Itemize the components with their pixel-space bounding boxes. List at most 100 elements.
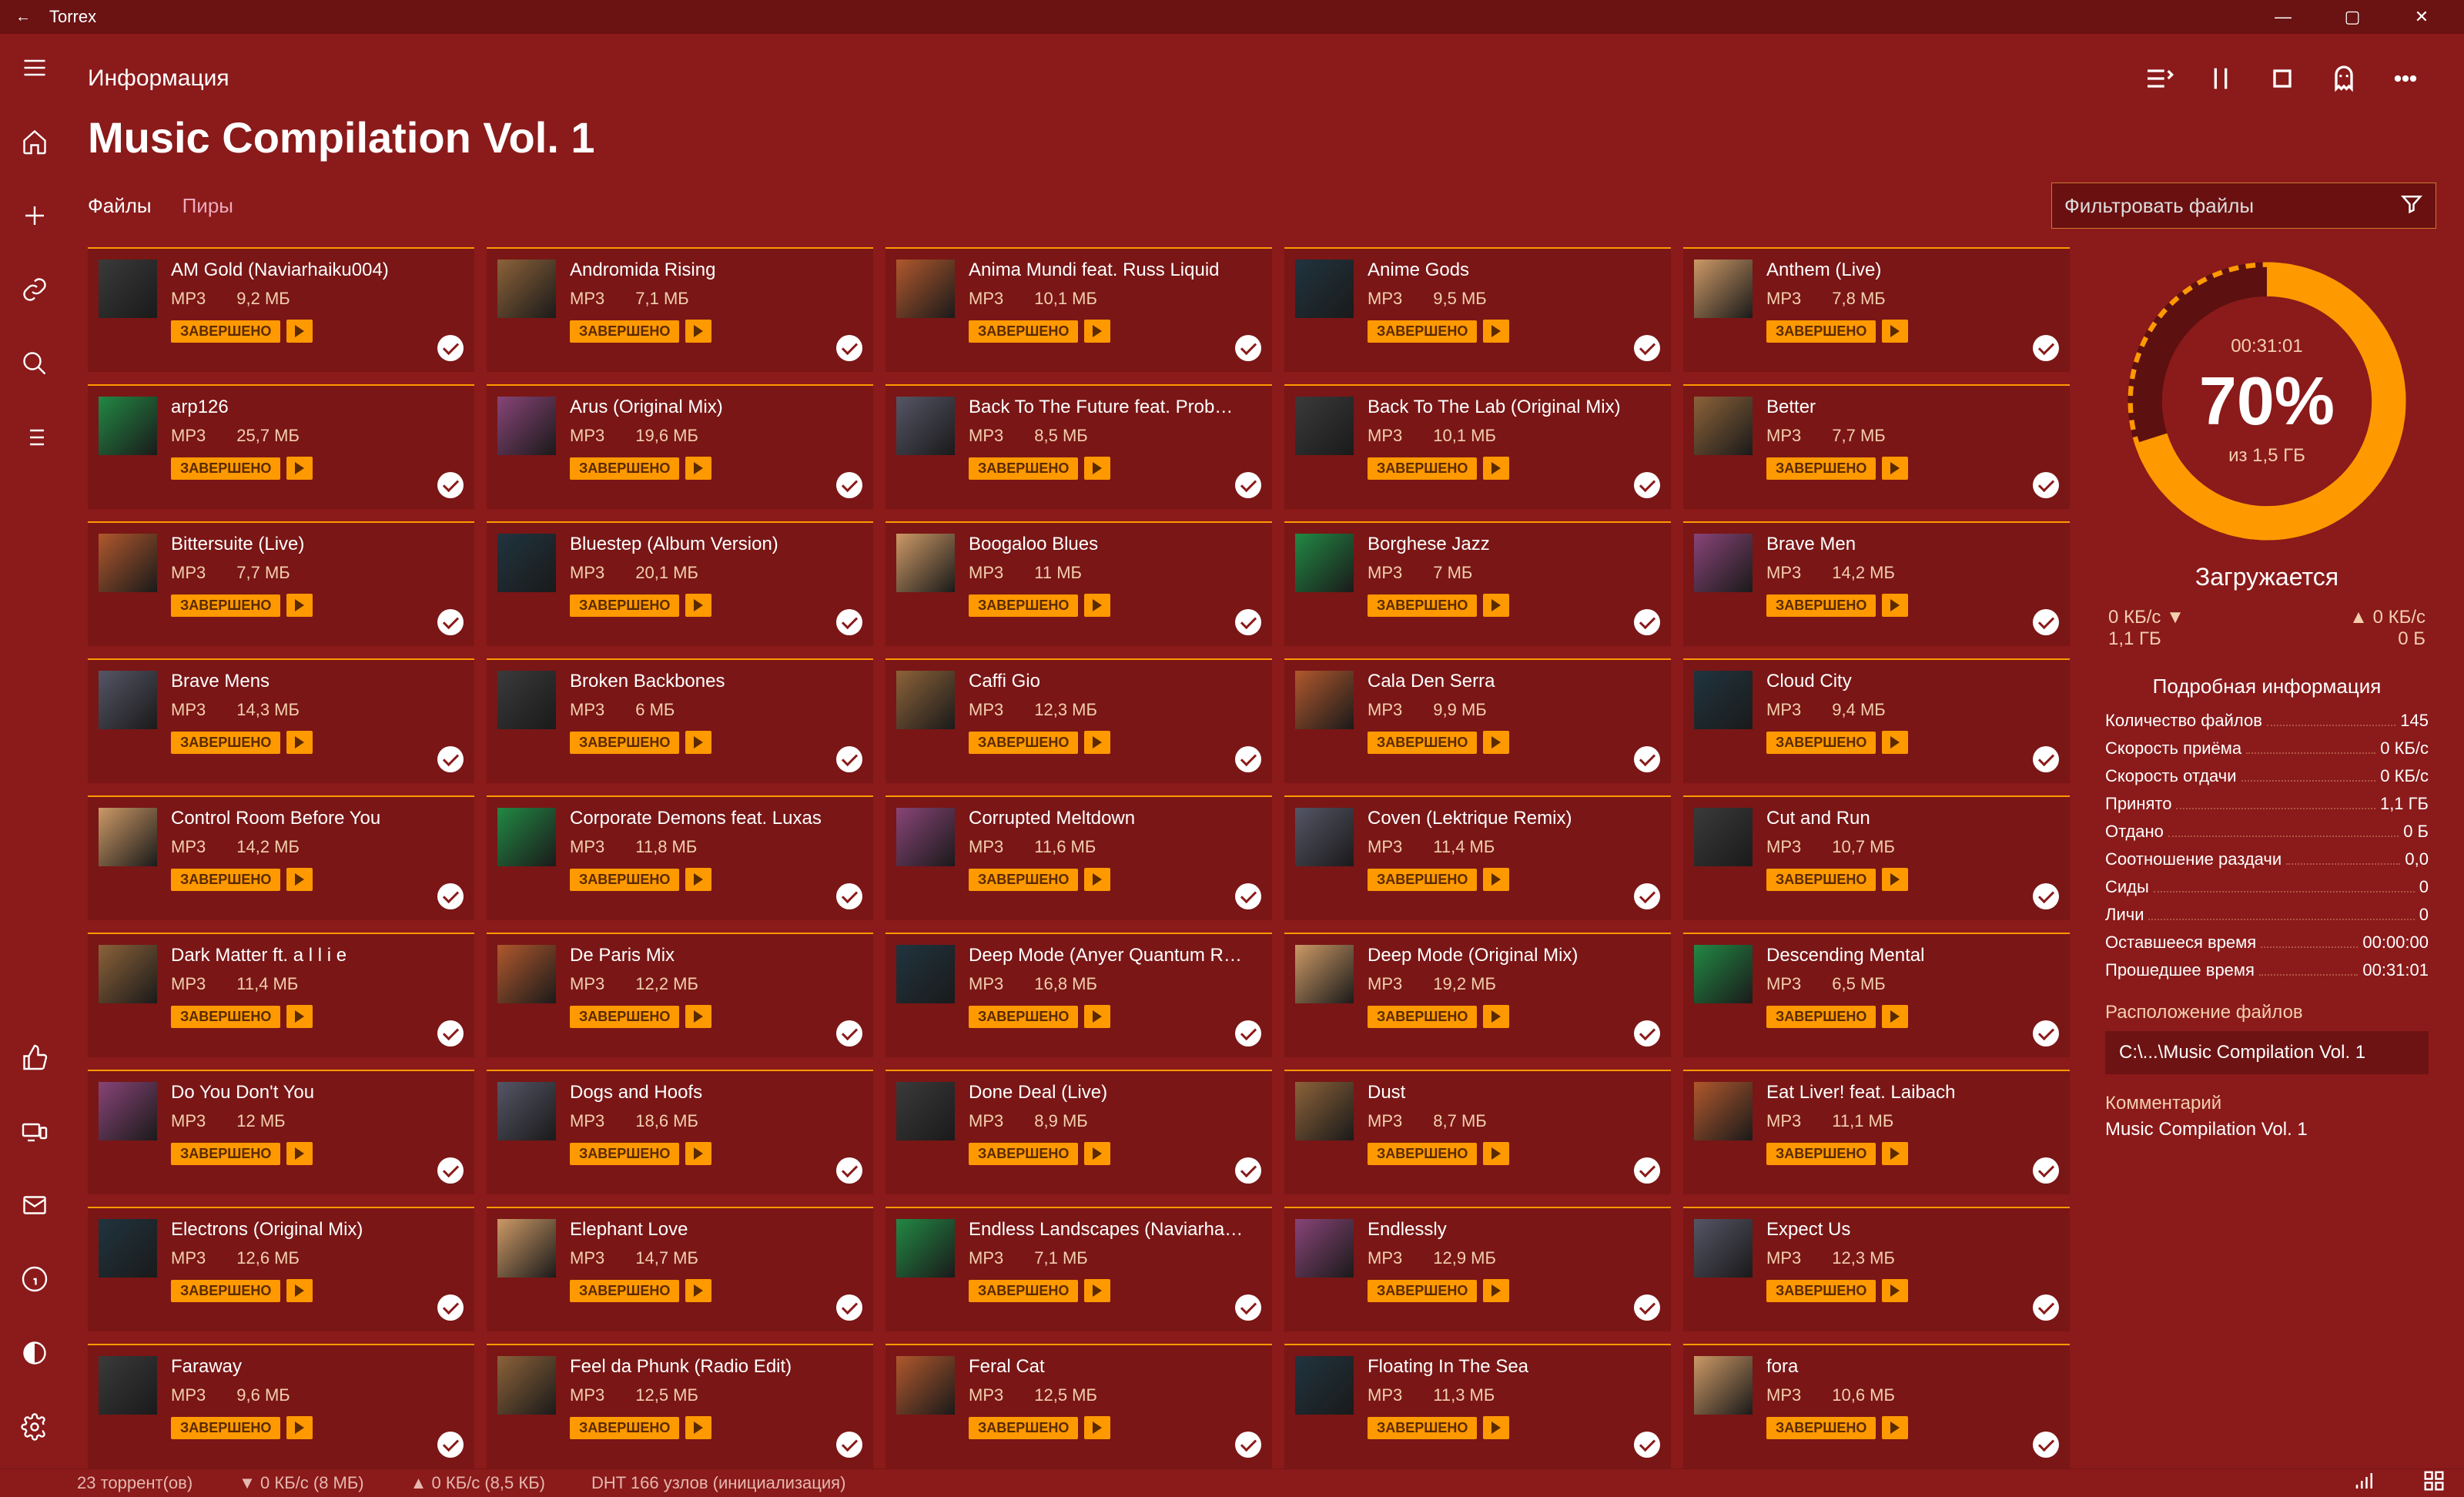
stop-button[interactable] bbox=[2251, 48, 2313, 109]
play-icon[interactable] bbox=[1483, 1279, 1509, 1302]
play-icon[interactable] bbox=[1483, 1142, 1509, 1165]
search-icon[interactable] bbox=[16, 345, 53, 382]
file-card[interactable]: Electrons (Original Mix) MP3 12,6 МБ ЗАВ… bbox=[88, 1207, 474, 1331]
file-card[interactable]: Corporate Demons feat. Luxas MP3 11,8 МБ… bbox=[487, 795, 873, 920]
grid-view-icon[interactable] bbox=[2422, 1469, 2446, 1497]
menu-icon[interactable] bbox=[16, 49, 53, 86]
play-icon[interactable] bbox=[1084, 868, 1110, 891]
file-card[interactable]: Anime Gods MP3 9,5 МБ ЗАВЕРШЕНО bbox=[1284, 247, 1671, 372]
play-icon[interactable] bbox=[1882, 1142, 1908, 1165]
play-icon[interactable] bbox=[286, 868, 313, 891]
file-card[interactable]: Feral Cat MP3 12,5 МБ ЗАВЕРШЕНО bbox=[886, 1344, 1272, 1469]
play-icon[interactable] bbox=[286, 1005, 313, 1028]
play-icon[interactable] bbox=[1882, 594, 1908, 617]
file-card[interactable]: Descending Mental MP3 6,5 МБ ЗАВЕРШЕНО bbox=[1683, 933, 2070, 1057]
file-card[interactable]: Better MP3 7,7 МБ ЗАВЕРШЕНО bbox=[1683, 384, 2070, 509]
play-icon[interactable] bbox=[286, 1142, 313, 1165]
file-card[interactable]: Done Deal (Live) MP3 8,9 МБ ЗАВЕРШЕНО bbox=[886, 1070, 1272, 1194]
ghost-button[interactable] bbox=[2313, 48, 2375, 109]
play-icon[interactable] bbox=[1882, 731, 1908, 754]
play-icon[interactable] bbox=[1882, 868, 1908, 891]
file-card[interactable]: Brave Men MP3 14,2 МБ ЗАВЕРШЕНО bbox=[1683, 521, 2070, 646]
back-button[interactable]: ← bbox=[8, 8, 38, 26]
file-card[interactable]: Cloud City MP3 9,4 МБ ЗАВЕРШЕНО bbox=[1683, 658, 2070, 783]
file-card[interactable]: Coven (Lektrique Remix) MP3 11,4 МБ ЗАВЕ… bbox=[1284, 795, 1671, 920]
settings-icon[interactable] bbox=[16, 1408, 53, 1445]
file-card[interactable]: Dark Matter ft. a l l i e MP3 11,4 МБ ЗА… bbox=[88, 933, 474, 1057]
play-icon[interactable] bbox=[1882, 320, 1908, 343]
play-icon[interactable] bbox=[1084, 320, 1110, 343]
play-icon[interactable] bbox=[685, 594, 711, 617]
tab-files[interactable]: Файлы bbox=[88, 194, 152, 218]
file-card[interactable]: AM Gold (Naviarhaiku004) MP3 9,2 МБ ЗАВЕ… bbox=[88, 247, 474, 372]
file-card[interactable]: Andromida Rising MP3 7,1 МБ ЗАВЕРШЕНО bbox=[487, 247, 873, 372]
filter-input[interactable] bbox=[2064, 194, 2400, 218]
play-icon[interactable] bbox=[286, 1416, 313, 1439]
file-card[interactable]: Cut and Run MP3 10,7 МБ ЗАВЕРШЕНО bbox=[1683, 795, 2070, 920]
play-icon[interactable] bbox=[1084, 1005, 1110, 1028]
play-icon[interactable] bbox=[286, 594, 313, 617]
play-icon[interactable] bbox=[1483, 594, 1509, 617]
file-card[interactable]: Do You Don't You MP3 12 МБ ЗАВЕРШЕНО bbox=[88, 1070, 474, 1194]
play-icon[interactable] bbox=[1084, 1279, 1110, 1302]
play-icon[interactable] bbox=[685, 320, 711, 343]
play-icon[interactable] bbox=[685, 1005, 711, 1028]
filter-icon[interactable] bbox=[2400, 192, 2423, 220]
file-card[interactable]: Faraway MP3 9,6 МБ ЗАВЕРШЕНО bbox=[88, 1344, 474, 1469]
file-card[interactable]: Anima Mundi feat. Russ Liquid MP3 10,1 М… bbox=[886, 247, 1272, 372]
file-card[interactable]: Expect Us MP3 12,3 МБ ЗАВЕРШЕНО bbox=[1683, 1207, 2070, 1331]
file-card[interactable]: Bluestep (Album Version) MP3 20,1 МБ ЗАВ… bbox=[487, 521, 873, 646]
play-icon[interactable] bbox=[1084, 457, 1110, 480]
play-icon[interactable] bbox=[1084, 594, 1110, 617]
play-icon[interactable] bbox=[1084, 1416, 1110, 1439]
file-card[interactable]: Endlessly MP3 12,9 МБ ЗАВЕРШЕНО bbox=[1284, 1207, 1671, 1331]
mail-icon[interactable] bbox=[16, 1187, 53, 1224]
close-button[interactable]: ✕ bbox=[2387, 0, 2456, 34]
add-icon[interactable] bbox=[16, 197, 53, 234]
file-card[interactable]: Control Room Before You MP3 14,2 МБ ЗАВЕ… bbox=[88, 795, 474, 920]
play-icon[interactable] bbox=[1882, 1005, 1908, 1028]
file-card[interactable]: Corrupted Meltdown MP3 11,6 МБ ЗАВЕРШЕНО bbox=[886, 795, 1272, 920]
file-card[interactable]: De Paris Mix MP3 12,2 МБ ЗАВЕРШЕНО bbox=[487, 933, 873, 1057]
file-card[interactable]: Floating In The Sea MP3 11,3 МБ ЗАВЕРШЕН… bbox=[1284, 1344, 1671, 1469]
play-icon[interactable] bbox=[1483, 320, 1509, 343]
like-icon[interactable] bbox=[16, 1039, 53, 1076]
play-icon[interactable] bbox=[685, 868, 711, 891]
play-icon[interactable] bbox=[1483, 868, 1509, 891]
file-card[interactable]: Deep Mode (Original Mix) MP3 19,2 МБ ЗАВ… bbox=[1284, 933, 1671, 1057]
signal-icon[interactable] bbox=[2353, 1469, 2376, 1497]
info-icon[interactable] bbox=[16, 1261, 53, 1298]
file-card[interactable]: Boogaloo Blues MP3 11 МБ ЗАВЕРШЕНО bbox=[886, 521, 1272, 646]
file-card[interactable]: fora MP3 10,6 МБ ЗАВЕРШЕНО bbox=[1683, 1344, 2070, 1469]
file-card[interactable]: Back To The Future feat. ProbCause MP3 8… bbox=[886, 384, 1272, 509]
file-card[interactable]: Borghese Jazz MP3 7 МБ ЗАВЕРШЕНО bbox=[1284, 521, 1671, 646]
file-card[interactable]: Endless Landscapes (Naviarhaiku002) MP3 … bbox=[886, 1207, 1272, 1331]
play-icon[interactable] bbox=[1882, 1416, 1908, 1439]
link-icon[interactable] bbox=[16, 271, 53, 308]
file-card[interactable]: Brave Mens MP3 14,3 МБ ЗАВЕРШЕНО bbox=[88, 658, 474, 783]
play-icon[interactable] bbox=[1483, 457, 1509, 480]
theme-icon[interactable] bbox=[16, 1335, 53, 1371]
file-card[interactable]: Deep Mode (Anyer Quantum Remix) MP3 16,8… bbox=[886, 933, 1272, 1057]
file-card[interactable]: Dust MP3 8,7 МБ ЗАВЕРШЕНО bbox=[1284, 1070, 1671, 1194]
file-card[interactable]: Caffi Gio MP3 12,3 МБ ЗАВЕРШЕНО bbox=[886, 658, 1272, 783]
play-icon[interactable] bbox=[1882, 457, 1908, 480]
filter-box[interactable] bbox=[2051, 183, 2436, 229]
file-card[interactable]: Elephant Love MP3 14,7 МБ ЗАВЕРШЕНО bbox=[487, 1207, 873, 1331]
play-icon[interactable] bbox=[286, 457, 313, 480]
file-card[interactable]: Dogs and Hoofs MP3 18,6 МБ ЗАВЕРШЕНО bbox=[487, 1070, 873, 1194]
file-card[interactable]: arp126 MP3 25,7 МБ ЗАВЕРШЕНО bbox=[88, 384, 474, 509]
devices-icon[interactable] bbox=[16, 1113, 53, 1150]
play-icon[interactable] bbox=[1483, 731, 1509, 754]
play-icon[interactable] bbox=[685, 1279, 711, 1302]
play-icon[interactable] bbox=[685, 731, 711, 754]
play-icon[interactable] bbox=[286, 731, 313, 754]
play-icon[interactable] bbox=[286, 320, 313, 343]
minimize-button[interactable]: — bbox=[2248, 0, 2318, 34]
list-icon[interactable] bbox=[16, 419, 53, 456]
play-icon[interactable] bbox=[286, 1279, 313, 1302]
play-icon[interactable] bbox=[1483, 1416, 1509, 1439]
play-icon[interactable] bbox=[1084, 731, 1110, 754]
maximize-button[interactable]: ▢ bbox=[2318, 0, 2387, 34]
location-path[interactable]: C:\...\Music Compilation Vol. 1 bbox=[2105, 1031, 2429, 1074]
